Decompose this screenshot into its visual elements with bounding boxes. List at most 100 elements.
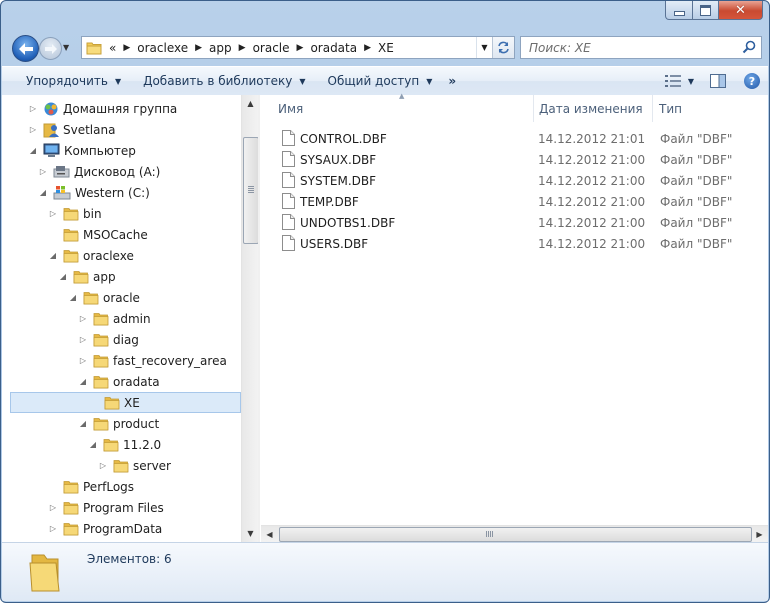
horizontal-scrollbar-thumb[interactable] <box>279 527 752 542</box>
breadcrumb-oradata[interactable]: oradata <box>310 41 357 55</box>
collapse-arrow-icon[interactable]: ◢ <box>38 188 48 197</box>
collapse-arrow-icon[interactable]: ◢ <box>68 293 78 302</box>
scroll-down-arrow[interactable]: ▼ <box>242 525 259 542</box>
chevron-right-icon[interactable]: ▶ <box>123 43 130 53</box>
nav-tree-item[interactable]: ▷ bin <box>2 203 241 224</box>
chevron-right-icon[interactable]: ▶ <box>364 43 371 53</box>
collapse-arrow-icon[interactable]: ◢ <box>78 377 88 386</box>
view-options-button[interactable]: ▼ <box>661 67 698 95</box>
forward-button[interactable] <box>39 37 62 60</box>
expand-arrow-icon[interactable]: ▷ <box>48 209 58 218</box>
scrollbar-thumb[interactable] <box>243 137 259 244</box>
expand-arrow-icon[interactable]: ▷ <box>78 335 88 344</box>
collapse-arrow-icon[interactable]: ◢ <box>58 272 68 281</box>
folder-icon <box>63 521 79 536</box>
address-dropdown-button[interactable]: ▼ <box>476 37 492 58</box>
nav-tree-item[interactable]: ◢ product <box>2 413 241 434</box>
nav-tree-item[interactable]: ◢ oracle <box>2 287 241 308</box>
nav-tree-item[interactable]: ◢ Компьютер <box>2 140 241 161</box>
breadcrumb-app[interactable]: app <box>209 41 232 55</box>
nav-tree-item[interactable]: ▷ ProgramData <box>2 518 241 539</box>
scroll-right-arrow[interactable]: ▶ <box>751 526 768 543</box>
expand-arrow-icon[interactable]: ▷ <box>38 167 48 176</box>
add-to-library-label: Добавить в библиотеку <box>143 74 293 88</box>
nav-tree-item[interactable]: ▷ admin <box>2 308 241 329</box>
chevron-right-icon[interactable]: ▶ <box>195 43 202 53</box>
column-header-name[interactable]: Имя <box>278 95 533 122</box>
more-commands-button[interactable]: » <box>440 67 464 95</box>
search-box[interactable] <box>520 36 762 59</box>
nav-tree-item[interactable]: ▷ diag <box>2 329 241 350</box>
minimize-button[interactable] <box>665 1 693 20</box>
search-icon[interactable] <box>742 40 756 54</box>
expand-arrow-icon[interactable]: ▷ <box>78 356 88 365</box>
computer-icon <box>43 143 60 158</box>
file-row[interactable]: SYSTEM.DBF 14.12.2012 21:00 Файл "DBF" <box>280 170 740 191</box>
file-row[interactable]: CONTROL.DBF 14.12.2012 21:01 Файл "DBF" <box>280 128 740 149</box>
address-overflow-button[interactable]: « <box>109 41 116 55</box>
organize-menu-button[interactable]: Упорядочить ▼ <box>18 67 129 95</box>
expand-arrow-icon[interactable]: ▷ <box>48 503 58 512</box>
nav-tree-item[interactable]: ◢ oraclexe <box>2 245 241 266</box>
breadcrumb-oraclexe[interactable]: oraclexe <box>137 41 188 55</box>
collapse-arrow-icon[interactable]: ◢ <box>48 251 58 260</box>
nav-tree-item[interactable]: ▷ Домашняя группа <box>2 98 241 119</box>
nav-tree-item[interactable]: ▷ Дисковод (A:) <box>2 161 241 182</box>
recent-pages-dropdown[interactable]: ▼ <box>63 43 69 52</box>
collapse-arrow-icon[interactable]: ◢ <box>28 146 38 155</box>
explorer-window: ✕ ▼ « ▶ oraclexe ▶ app ▶ oracle ▶ oradat… <box>0 0 770 603</box>
navigation-pane-scrollbar[interactable]: ▲ ▼ <box>241 95 259 542</box>
collapse-arrow-icon[interactable]: ◢ <box>88 440 98 449</box>
expand-arrow-icon[interactable]: ▷ <box>28 125 38 134</box>
chevron-right-icon[interactable]: ▶ <box>239 43 246 53</box>
search-input[interactable] <box>527 39 741 56</box>
nav-tree-item[interactable]: ◢ app <box>2 266 241 287</box>
breadcrumb-xe[interactable]: XE <box>378 41 394 55</box>
expand-arrow-icon[interactable]: ▷ <box>98 461 108 470</box>
nav-tree-item[interactable]: MSOCache <box>2 224 241 245</box>
file-type: Файл "DBF" <box>660 215 733 230</box>
nav-tree-item[interactable]: PerfLogs <box>2 476 241 497</box>
file-row[interactable]: USERS.DBF 14.12.2012 21:00 Файл "DBF" <box>280 233 740 254</box>
nav-tree-item[interactable]: ▷ Program Files <box>2 497 241 518</box>
refresh-button[interactable] <box>492 37 514 58</box>
close-button[interactable]: ✕ <box>719 1 763 20</box>
nav-tree-item[interactable]: XE <box>10 392 241 413</box>
column-header-date[interactable]: Дата изменения <box>539 95 652 122</box>
collapse-arrow-icon[interactable]: ◢ <box>78 419 88 428</box>
file-list-horizontal-scrollbar[interactable]: ◀ ▶ <box>261 525 768 543</box>
column-header-type[interactable]: Тип <box>659 95 759 122</box>
add-to-library-button[interactable]: Добавить в библиотеку ▼ <box>135 67 313 95</box>
file-row[interactable]: SYSAUX.DBF 14.12.2012 21:00 Файл "DBF" <box>280 149 740 170</box>
expand-arrow-icon[interactable]: ▷ <box>78 314 88 323</box>
folder-icon <box>83 290 99 305</box>
back-button[interactable] <box>12 35 39 62</box>
chevron-right-icon[interactable]: ▶ <box>297 43 304 53</box>
nav-tree-item-label: Program Files <box>83 500 164 515</box>
scroll-up-arrow[interactable]: ▲ <box>242 95 259 112</box>
column-type-label: Тип <box>659 101 682 116</box>
breadcrumb-oracle[interactable]: oracle <box>253 41 290 55</box>
address-bar[interactable]: « ▶ oraclexe ▶ app ▶ oracle ▶ oradata ▶ … <box>81 36 515 59</box>
forward-arrow-icon <box>44 43 57 54</box>
help-button[interactable]: ? <box>736 67 768 95</box>
folder-icon <box>86 42 102 55</box>
preview-pane-button[interactable] <box>704 67 732 95</box>
help-icon: ? <box>744 73 760 89</box>
nav-tree-item[interactable]: ▷ fast_recovery_area <box>2 350 241 371</box>
share-with-button[interactable]: Общий доступ ▼ <box>320 67 441 95</box>
maximize-button[interactable] <box>693 1 719 20</box>
folder-icon <box>104 395 120 410</box>
chevron-down-icon: ▼ <box>299 76 306 86</box>
nav-tree-item[interactable]: ▷ server <box>2 455 241 476</box>
expand-arrow-icon[interactable]: ▷ <box>48 524 58 533</box>
scroll-left-arrow[interactable]: ◀ <box>261 526 278 543</box>
nav-tree-item[interactable]: ◢ oradata <box>2 371 241 392</box>
file-row[interactable]: TEMP.DBF 14.12.2012 21:00 Файл "DBF" <box>280 191 740 212</box>
nav-tree-item[interactable]: ▷ Svetlana <box>2 119 241 140</box>
expand-arrow-icon[interactable]: ▷ <box>28 104 38 113</box>
nav-tree-item[interactable]: ◢ Western (C:) <box>2 182 241 203</box>
file-row[interactable]: UNDOTBS1.DBF 14.12.2012 21:00 Файл "DBF" <box>280 212 740 233</box>
homegroup-icon <box>43 101 59 117</box>
nav-tree-item[interactable]: ◢ 11.2.0 <box>2 434 241 455</box>
